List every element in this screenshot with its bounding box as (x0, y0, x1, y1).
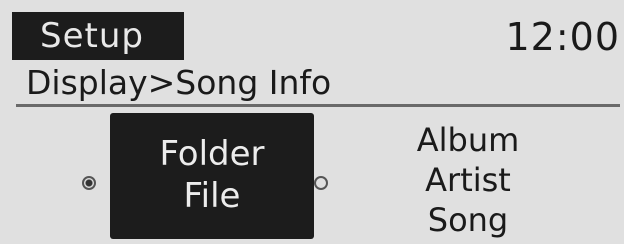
divider (16, 104, 620, 107)
breadcrumb: Display>Song Info (26, 63, 332, 102)
display-screen: Setup 12:00 Display>Song Info Folder Fil… (0, 0, 624, 244)
option-album-artist-song-line-2: Artist (425, 161, 511, 199)
option-album-artist-song-line-3: Song (427, 201, 509, 239)
page-title: Setup (12, 12, 184, 60)
option-folder-file-line-2: File (183, 176, 241, 216)
option-album-artist-song-line-1: Album (416, 121, 520, 159)
radio-folder-file-selected-icon[interactable] (82, 176, 96, 190)
option-folder-file[interactable]: Folder File (110, 113, 314, 239)
header-bar: Setup 12:00 (12, 12, 624, 60)
option-album-artist-song[interactable]: Album Artist Song (368, 120, 568, 240)
clock: 12:00 (505, 15, 620, 59)
radio-album-artist-song-icon[interactable] (314, 176, 328, 190)
option-folder-file-line-1: Folder (159, 134, 265, 174)
